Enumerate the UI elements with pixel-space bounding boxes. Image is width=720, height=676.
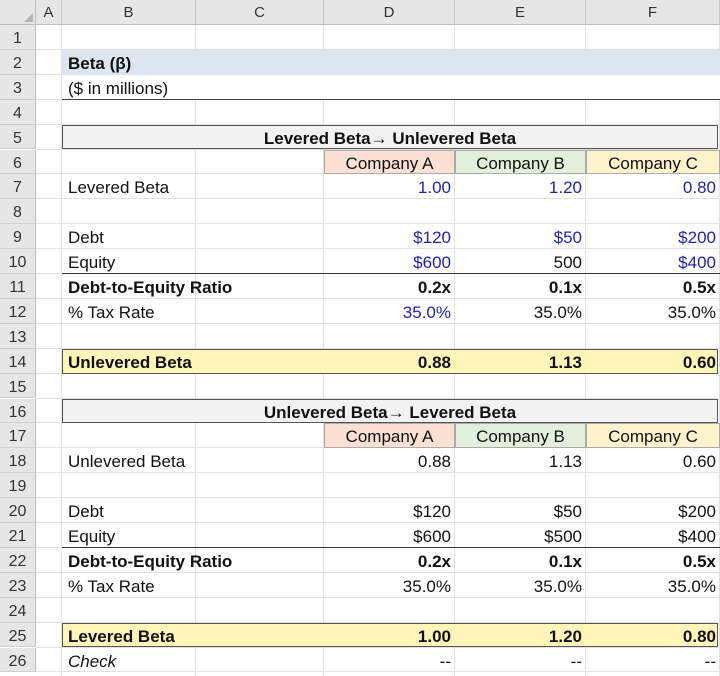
equity-value[interactable]: $600	[324, 523, 455, 548]
column-header-a[interactable]: A	[36, 0, 62, 25]
row-header-20[interactable]: 20	[0, 498, 36, 523]
levered-beta-label[interactable]: Levered Beta	[65, 174, 320, 199]
de-ratio-label[interactable]: Debt-to-Equity Ratio	[65, 274, 320, 299]
unlevered-beta-value[interactable]: 0.88	[324, 448, 455, 473]
debt-value[interactable]: $200	[586, 498, 720, 523]
row-header-12[interactable]: 12	[0, 298, 36, 324]
row-header-16[interactable]: 16	[0, 398, 36, 424]
equity-value[interactable]: $500	[455, 523, 586, 548]
row-header-26[interactable]: 26	[0, 647, 36, 673]
column-header-d[interactable]: D	[324, 0, 455, 25]
company-header[interactable]: Company A	[324, 423, 455, 448]
de-ratio-value[interactable]: 0.5x	[586, 274, 720, 299]
subtitle-cell[interactable]: ($ in millions)	[65, 75, 320, 100]
row-header-13[interactable]: 13	[0, 323, 36, 349]
company-header[interactable]: Company B	[455, 423, 586, 448]
de-ratio-value[interactable]: 0.2x	[324, 548, 455, 573]
company-header[interactable]: Company A	[324, 150, 455, 175]
debt-value[interactable]: $50	[455, 498, 586, 523]
equity-value[interactable]: $600	[324, 249, 455, 274]
unlevered-beta-value[interactable]: 1.13	[455, 448, 586, 473]
row-header-2[interactable]: 2	[0, 49, 36, 75]
result-value[interactable]: 1.20	[455, 623, 586, 648]
result-label[interactable]: Levered Beta	[65, 623, 320, 648]
row-header-7[interactable]: 7	[0, 174, 36, 200]
debt-value[interactable]: $120	[324, 498, 455, 523]
column-header-b[interactable]: B	[62, 0, 196, 25]
equity-value[interactable]: $400	[586, 249, 720, 274]
row-header-21[interactable]: 21	[0, 523, 36, 548]
tax-value[interactable]: 35.0%	[586, 573, 720, 598]
de-ratio-value[interactable]: 0.1x	[455, 274, 586, 299]
debt-label[interactable]: Debt	[65, 498, 320, 523]
section-header[interactable]: Levered Beta→ Unlevered Beta	[62, 125, 718, 150]
debt-value[interactable]: $50	[455, 224, 586, 249]
tax-value[interactable]: 35.0%	[324, 299, 455, 324]
debt-value[interactable]: $120	[324, 224, 455, 249]
row-header-11[interactable]: 11	[0, 274, 36, 299]
corner-triangle-icon	[24, 13, 33, 22]
row-header-3[interactable]: 3	[0, 74, 36, 100]
row-header-18[interactable]: 18	[0, 448, 36, 474]
row-header-25[interactable]: 25	[0, 622, 36, 648]
unlevered-beta-value[interactable]: 0.60	[586, 448, 720, 473]
row-header-17[interactable]: 17	[0, 423, 36, 449]
tax-value[interactable]: 35.0%	[455, 573, 586, 598]
tax-value[interactable]: 35.0%	[324, 573, 455, 598]
select-all-corner[interactable]	[0, 0, 36, 25]
result-value[interactable]: 0.60	[586, 349, 720, 374]
row-header-24[interactable]: 24	[0, 597, 36, 623]
row-header-6[interactable]: 6	[0, 149, 36, 175]
levered-beta-value[interactable]: 0.80	[586, 174, 720, 199]
levered-beta-value[interactable]: 1.00	[324, 174, 455, 199]
equity-value[interactable]: $400	[586, 523, 720, 548]
company-header[interactable]: Company B	[455, 150, 586, 175]
tax-value[interactable]: 35.0%	[586, 299, 720, 324]
row-header-22[interactable]: 22	[0, 547, 36, 573]
column-header-e[interactable]: E	[455, 0, 586, 25]
row-header-1[interactable]: 1	[0, 25, 36, 50]
debt-label[interactable]: Debt	[65, 224, 320, 249]
unlevered-beta-label[interactable]: Unlevered Beta	[65, 448, 320, 473]
spreadsheet: A B C D E F 1 2 3 4 5 6 7 8 9 10 11 12 13 14 15 16 17 18 19 20 21 2…	[0, 0, 720, 676]
result-label[interactable]: Unlevered Beta	[65, 349, 320, 374]
company-header[interactable]: Company C	[586, 423, 720, 448]
row-header-10[interactable]: 10	[0, 249, 36, 274]
check-value[interactable]: --	[324, 648, 455, 673]
row-header-9[interactable]: 9	[0, 224, 36, 250]
de-ratio-value[interactable]: 0.5x	[586, 548, 720, 573]
tax-value[interactable]: 35.0%	[455, 299, 586, 324]
de-ratio-value[interactable]: 0.1x	[455, 548, 586, 573]
result-value[interactable]: 1.00	[324, 623, 455, 648]
equity-value[interactable]: 500	[455, 249, 586, 274]
row-header-23[interactable]: 23	[0, 572, 36, 598]
column-header-f[interactable]: F	[586, 0, 720, 25]
tax-label[interactable]: % Tax Rate	[65, 299, 320, 324]
row-header-15[interactable]: 15	[0, 373, 36, 399]
row-header-14[interactable]: 14	[0, 348, 36, 374]
company-header[interactable]: Company C	[586, 150, 720, 175]
levered-beta-value[interactable]: 1.20	[455, 174, 586, 199]
result-value[interactable]: 0.88	[324, 349, 455, 374]
equity-label[interactable]: Equity	[65, 249, 320, 274]
de-ratio-label[interactable]: Debt-to-Equity Ratio	[65, 548, 320, 573]
result-value[interactable]: 1.13	[455, 349, 586, 374]
result-value[interactable]: 0.80	[586, 623, 720, 648]
row-header-19[interactable]: 19	[0, 473, 36, 499]
column-header-c[interactable]: C	[196, 0, 324, 25]
check-label[interactable]: Check	[65, 648, 320, 673]
row-header-5[interactable]: 5	[0, 124, 36, 150]
debt-value[interactable]: $200	[586, 224, 720, 249]
row-header-4[interactable]: 4	[0, 99, 36, 125]
equity-label[interactable]: Equity	[65, 523, 320, 548]
section-header[interactable]: Unlevered Beta→ Levered Beta	[62, 399, 718, 424]
row-header-8[interactable]: 8	[0, 199, 36, 225]
title-cell[interactable]: Beta (β)	[65, 50, 320, 75]
de-ratio-value[interactable]: 0.2x	[324, 274, 455, 299]
check-value[interactable]: --	[586, 648, 720, 673]
check-value[interactable]: --	[455, 648, 586, 673]
tax-label[interactable]: % Tax Rate	[65, 573, 320, 598]
